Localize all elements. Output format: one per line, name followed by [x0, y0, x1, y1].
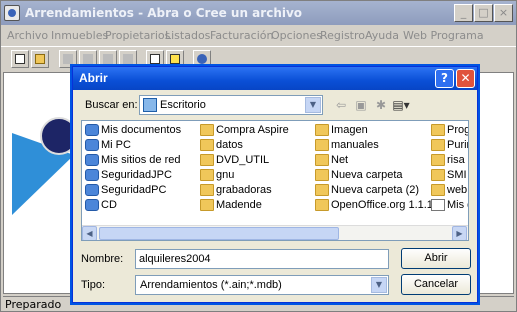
folder-icon [431, 184, 445, 196]
back-icon[interactable]: ⇦ [332, 97, 350, 113]
folder-icon [200, 154, 214, 166]
scroll-left-icon[interactable]: ◀ [82, 226, 97, 240]
menu-opciones[interactable]: Opciones [271, 29, 322, 42]
filename-input[interactable] [136, 250, 388, 268]
filename-field[interactable] [135, 249, 389, 269]
view-menu-icon[interactable]: ▤▾ [392, 97, 410, 113]
maximize-button[interactable]: □ [474, 4, 493, 22]
look-in-combo[interactable]: Escritorio ▼ [139, 95, 323, 115]
chevron-down-icon[interactable]: ▼ [371, 277, 387, 293]
my-computer-icon [85, 139, 99, 151]
folder-icon [200, 199, 214, 211]
filetype-value: Arrendamientos (*.ain;*.mdb) [140, 279, 282, 291]
open-dialog: Abrir ? ✕ Buscar en: Escritorio ▼ ⇦ ▣ ✱ … [72, 66, 478, 303]
open-folder-icon [35, 54, 45, 64]
filetype-combo[interactable]: Arrendamientos (*.ain;*.mdb) ▼ [135, 275, 389, 295]
invoice-icon [123, 54, 133, 64]
scroll-right-icon[interactable]: ▶ [452, 226, 467, 240]
folder-icon [315, 184, 329, 196]
list-icon [103, 54, 113, 64]
globe-icon [197, 54, 207, 64]
minimize-button[interactable]: _ [454, 4, 473, 22]
network-places-icon [85, 154, 99, 166]
chevron-down-icon[interactable]: ▼ [305, 97, 321, 113]
folder-icon [315, 199, 329, 211]
horizontal-scrollbar[interactable]: ◀ ▶ [82, 225, 468, 240]
new-file-icon [15, 54, 25, 64]
shortcut-icon [85, 184, 99, 196]
up-folder-icon[interactable]: ▣ [352, 97, 370, 113]
folder-icon [431, 154, 445, 166]
app-title: Arrendamientos - Abra o Cree un archivo [25, 6, 303, 20]
look-in-value: Escritorio [160, 99, 206, 111]
app-icon [4, 5, 20, 21]
cd-icon [85, 199, 99, 211]
menu-web-programa[interactable]: Web Programa [403, 29, 484, 42]
person-icon [83, 54, 93, 64]
my-documents-icon [85, 124, 99, 136]
menu-registro[interactable]: Registro [320, 29, 365, 42]
desktop-icon [143, 98, 157, 112]
building-icon [63, 54, 73, 64]
dialog-title: Abrir [79, 71, 108, 85]
open-button[interactable]: Abrir [401, 248, 471, 269]
filename-label: Nombre: [81, 253, 124, 265]
calculator-icon [150, 54, 160, 64]
menu-bar: Archivo Inmuebles Propietarios Listados … [1, 26, 516, 45]
folder-icon [431, 139, 445, 151]
menu-facturacion[interactable]: Facturación [210, 29, 273, 42]
folder-icon [315, 124, 329, 136]
menu-inmuebles[interactable]: Inmuebles [51, 29, 108, 42]
new-file-button[interactable] [11, 50, 29, 68]
scroll-thumb[interactable] [99, 227, 339, 240]
close-app-button[interactable]: × [494, 4, 513, 22]
folder-icon [200, 139, 214, 151]
folder-icon [200, 169, 214, 181]
folder-icon [431, 169, 445, 181]
look-in-label: Buscar en: [85, 99, 138, 111]
menu-propietarios[interactable]: Propietarios [105, 29, 170, 42]
dialog-title-bar[interactable]: Abrir ? ✕ [73, 67, 477, 90]
folder-icon [200, 124, 214, 136]
new-folder-icon[interactable]: ✱ [372, 97, 390, 113]
menu-ayuda[interactable]: Ayuda [365, 29, 399, 42]
dialog-help-button[interactable]: ? [435, 69, 454, 88]
dialog-close-button[interactable]: ✕ [456, 69, 475, 88]
file-list[interactable]: Mis documentos Mi PC Mis sitios de red S… [81, 120, 469, 241]
file-icon [431, 199, 445, 211]
folder-icon [315, 154, 329, 166]
folder-icon [200, 184, 214, 196]
folder-icon [315, 139, 329, 151]
shortcut-icon [85, 169, 99, 181]
folder-icon [431, 124, 445, 136]
help-pointer-icon [170, 54, 180, 64]
menu-listados[interactable]: Listados [165, 29, 210, 42]
status-text: Preparado [5, 298, 62, 311]
filetype-label: Tipo: [81, 279, 106, 291]
menu-archivo[interactable]: Archivo [7, 29, 48, 42]
open-file-button[interactable] [31, 50, 49, 68]
cancel-button[interactable]: Cancelar [401, 274, 471, 295]
folder-icon [315, 169, 329, 181]
app-title-bar[interactable]: Arrendamientos - Abra o Cree un archivo … [1, 1, 516, 25]
